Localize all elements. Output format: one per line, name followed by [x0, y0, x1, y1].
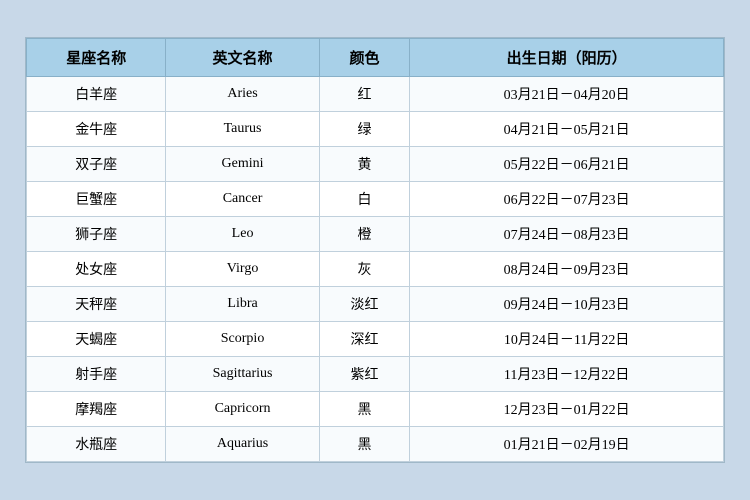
table-row: 巨蟹座Cancer白06月22日－07月23日: [27, 182, 724, 217]
table-row: 金牛座Taurus绿04月21日－05月21日: [27, 112, 724, 147]
cell-chinese-name: 水瓶座: [27, 427, 166, 462]
header-chinese-name: 星座名称: [27, 39, 166, 77]
cell-english-name: Scorpio: [166, 322, 319, 357]
header-date: 出生日期（阳历）: [410, 39, 724, 77]
table-row: 白羊座Aries红03月21日－04月20日: [27, 77, 724, 112]
cell-color: 白: [319, 182, 410, 217]
cell-english-name: Gemini: [166, 147, 319, 182]
cell-date: 09月24日－10月23日: [410, 287, 724, 322]
cell-date: 01月21日－02月19日: [410, 427, 724, 462]
cell-english-name: Taurus: [166, 112, 319, 147]
cell-chinese-name: 双子座: [27, 147, 166, 182]
zodiac-table-container: 星座名称 英文名称 颜色 出生日期（阳历） 白羊座Aries红03月21日－04…: [25, 37, 725, 463]
cell-english-name: Libra: [166, 287, 319, 322]
cell-chinese-name: 狮子座: [27, 217, 166, 252]
table-row: 射手座Sagittarius紫红11月23日－12月22日: [27, 357, 724, 392]
cell-chinese-name: 摩羯座: [27, 392, 166, 427]
cell-date: 05月22日－06月21日: [410, 147, 724, 182]
cell-english-name: Aquarius: [166, 427, 319, 462]
cell-chinese-name: 巨蟹座: [27, 182, 166, 217]
cell-english-name: Aries: [166, 77, 319, 112]
table-row: 摩羯座Capricorn黑12月23日－01月22日: [27, 392, 724, 427]
table-row: 双子座Gemini黄05月22日－06月21日: [27, 147, 724, 182]
table-row: 天蝎座Scorpio深红10月24日－11月22日: [27, 322, 724, 357]
cell-english-name: Capricorn: [166, 392, 319, 427]
cell-date: 08月24日－09月23日: [410, 252, 724, 287]
cell-color: 黑: [319, 392, 410, 427]
cell-english-name: Virgo: [166, 252, 319, 287]
cell-color: 灰: [319, 252, 410, 287]
cell-english-name: Cancer: [166, 182, 319, 217]
cell-color: 紫红: [319, 357, 410, 392]
table-row: 处女座Virgo灰08月24日－09月23日: [27, 252, 724, 287]
cell-color: 橙: [319, 217, 410, 252]
cell-english-name: Leo: [166, 217, 319, 252]
cell-chinese-name: 天蝎座: [27, 322, 166, 357]
cell-color: 深红: [319, 322, 410, 357]
cell-chinese-name: 金牛座: [27, 112, 166, 147]
cell-date: 10月24日－11月22日: [410, 322, 724, 357]
header-color: 颜色: [319, 39, 410, 77]
table-row: 水瓶座Aquarius黑01月21日－02月19日: [27, 427, 724, 462]
cell-date: 12月23日－01月22日: [410, 392, 724, 427]
cell-chinese-name: 白羊座: [27, 77, 166, 112]
table-row: 狮子座Leo橙07月24日－08月23日: [27, 217, 724, 252]
cell-color: 黑: [319, 427, 410, 462]
cell-color: 绿: [319, 112, 410, 147]
zodiac-table: 星座名称 英文名称 颜色 出生日期（阳历） 白羊座Aries红03月21日－04…: [26, 38, 724, 462]
cell-color: 红: [319, 77, 410, 112]
cell-chinese-name: 处女座: [27, 252, 166, 287]
cell-date: 11月23日－12月22日: [410, 357, 724, 392]
cell-english-name: Sagittarius: [166, 357, 319, 392]
table-body: 白羊座Aries红03月21日－04月20日金牛座Taurus绿04月21日－0…: [27, 77, 724, 462]
cell-date: 06月22日－07月23日: [410, 182, 724, 217]
header-english-name: 英文名称: [166, 39, 319, 77]
table-header-row: 星座名称 英文名称 颜色 出生日期（阳历）: [27, 39, 724, 77]
cell-color: 淡红: [319, 287, 410, 322]
cell-date: 03月21日－04月20日: [410, 77, 724, 112]
cell-color: 黄: [319, 147, 410, 182]
cell-date: 07月24日－08月23日: [410, 217, 724, 252]
cell-chinese-name: 射手座: [27, 357, 166, 392]
table-row: 天秤座Libra淡红09月24日－10月23日: [27, 287, 724, 322]
cell-date: 04月21日－05月21日: [410, 112, 724, 147]
cell-chinese-name: 天秤座: [27, 287, 166, 322]
